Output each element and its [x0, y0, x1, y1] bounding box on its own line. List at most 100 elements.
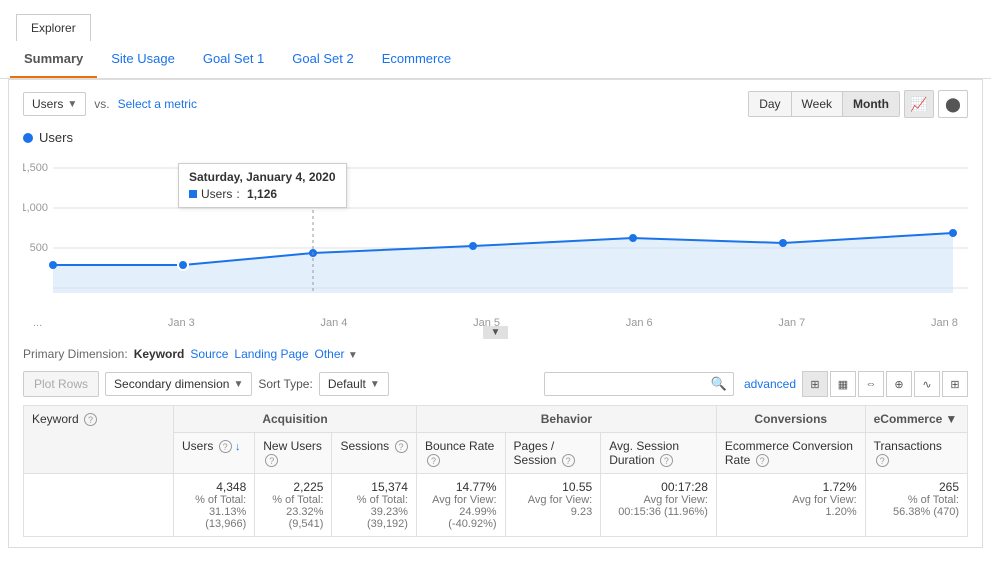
tooltip-metric: Users [201, 187, 232, 201]
tab-goal-set-1[interactable]: Goal Set 1 [189, 41, 278, 78]
tab-ecommerce[interactable]: Ecommerce [368, 41, 465, 78]
right-controls: Day Week Month 📈 ⬤ [748, 90, 968, 118]
table-controls: Plot Rows Secondary dimension ▼ Sort Typ… [23, 371, 968, 397]
transactions-help-icon[interactable]: ? [876, 454, 889, 467]
transactions-subheader: Transactions ? [865, 433, 967, 474]
totals-pages-session-cell: 10.55 Avg for View: 9.23 [505, 474, 601, 537]
ecommerce-conversion-help-icon[interactable]: ? [756, 454, 769, 467]
search-input[interactable] [551, 377, 711, 391]
pages-session-help-icon[interactable]: ? [562, 454, 575, 467]
ecommerce-select[interactable]: eCommerce ▼ [874, 412, 959, 426]
x-label-6: Jan 8 [931, 317, 958, 329]
legend-label: Users [39, 130, 73, 145]
tooltip-number: 1,126 [247, 187, 277, 201]
main-content: Users ▼ vs. Select a metric Day Week Mon… [8, 79, 983, 548]
tooltip-date: Saturday, January 4, 2020 [189, 170, 336, 184]
dimension-landing-page-link[interactable]: Landing Page [234, 347, 308, 361]
sort-arrow-icon: ▼ [370, 379, 380, 390]
tab-summary[interactable]: Summary [10, 41, 97, 78]
svg-text:500: 500 [30, 242, 48, 254]
svg-text:1,500: 1,500 [23, 162, 48, 174]
week-button[interactable]: Week [792, 92, 843, 116]
acquisition-header: Acquisition [174, 406, 417, 433]
tooltip-dot [189, 190, 197, 198]
metric-dropdown[interactable]: Users ▼ [23, 92, 86, 116]
dimension-source-link[interactable]: Source [190, 347, 228, 361]
secondary-dimension-arrow-icon: ▼ [233, 379, 243, 390]
x-label-5: Jan 7 [778, 317, 805, 329]
tab-site-usage[interactable]: Site Usage [97, 41, 189, 78]
day-button[interactable]: Day [749, 92, 791, 116]
keyword-header: Keyword ? [24, 406, 174, 474]
keyword-help-icon[interactable]: ? [84, 413, 97, 426]
ecommerce-header[interactable]: eCommerce ▼ [865, 406, 967, 433]
avg-session-subheader: Avg. Session Duration ? [601, 433, 717, 474]
explorer-tab[interactable]: Explorer [16, 14, 91, 41]
search-icon[interactable]: 🔍 [711, 376, 727, 392]
sessions-help-icon[interactable]: ? [395, 440, 408, 453]
dimension-keyword: Keyword [134, 347, 185, 361]
table-row-totals: 4,348 % of Total: 31.13% (13,966) 2,225 … [24, 474, 968, 537]
totals-transactions-cell: 265 % of Total: 56.38% (470) [865, 474, 967, 537]
nav-tabs-container: Summary Site Usage Goal Set 1 Goal Set 2… [0, 41, 991, 79]
sort-type-select[interactable]: Default ▼ [319, 372, 389, 396]
totals-new-users-cell: 2,225 % of Total: 23.32% (9,541) [255, 474, 332, 537]
secondary-dimension-label: Secondary dimension [114, 377, 229, 391]
new-users-help-icon[interactable]: ? [265, 454, 278, 467]
totals-users-cell: 4,348 % of Total: 31.13% (13,966) [174, 474, 255, 537]
additional-view-button[interactable]: ⊞ [942, 371, 968, 397]
chart-area: Users Saturday, January 4, 2020 Users: 1… [23, 130, 968, 331]
totals-bounce-rate-cell: 14.77% Avg for View: 24.99% (-40.92%) [416, 474, 505, 537]
advanced-link[interactable]: advanced [744, 377, 796, 391]
sort-default-label: Default [328, 377, 366, 391]
metric-dropdown-label: Users [32, 97, 63, 111]
totals-keyword-cell [24, 474, 174, 537]
pivot-view-button[interactable]: ⊕ [886, 371, 912, 397]
compare-view-button[interactable]: ⇔ [858, 371, 884, 397]
chart-container: Saturday, January 4, 2020 Users: 1,126 1… [23, 153, 968, 313]
x-label-0: ... [33, 317, 42, 329]
primary-dimension: Primary Dimension: Keyword Source Landin… [23, 347, 968, 361]
x-label-2: Jan 4 [321, 317, 348, 329]
pie-chart-button[interactable]: ⬤ [938, 90, 968, 118]
chart-legend: Users [23, 130, 968, 145]
table-controls-left: Plot Rows Secondary dimension ▼ Sort Typ… [23, 371, 389, 397]
line-chart-button[interactable]: 📈 [904, 90, 934, 118]
bar-view-button[interactable]: ▦ [830, 371, 856, 397]
time-button-group: Day Week Month [748, 91, 900, 117]
tab-goal-set-2[interactable]: Goal Set 2 [278, 41, 367, 78]
totals-conversion-rate-cell: 1.72% Avg for View: 1.20% [716, 474, 865, 537]
x-label-1: Jan 3 [168, 317, 195, 329]
avg-session-help-icon[interactable]: ? [660, 454, 673, 467]
conversions-header: Conversions [716, 406, 865, 433]
svg-text:1,000: 1,000 [23, 202, 48, 214]
top-controls: Users ▼ vs. Select a metric Day Week Mon… [23, 90, 968, 118]
bounce-rate-help-icon[interactable]: ? [427, 454, 440, 467]
chart-collapse-button[interactable]: ▼ [483, 326, 509, 339]
select-metric-link[interactable]: Select a metric [118, 97, 197, 111]
ecommerce-arrow-icon: ▼ [945, 412, 957, 426]
totals-sessions-cell: 15,374 % of Total: 39.23% (39,192) [332, 474, 417, 537]
users-sort-arrow[interactable]: ↓ [235, 441, 241, 453]
ecommerce-conversion-subheader: Ecommerce Conversion Rate ? [716, 433, 865, 474]
secondary-dimension-select[interactable]: Secondary dimension ▼ [105, 372, 252, 396]
table-view-icons: ⊞ ▦ ⇔ ⊕ ∿ ⊞ [802, 371, 968, 397]
sessions-subheader: Sessions ? [332, 433, 417, 474]
table-controls-right: 🔍 advanced ⊞ ▦ ⇔ ⊕ ∿ ⊞ [544, 371, 968, 397]
dropdown-arrow-icon: ▼ [67, 99, 77, 110]
dimension-other-dropdown[interactable]: Other ▼ [315, 347, 358, 361]
users-help-icon[interactable]: ? [219, 440, 232, 453]
plot-rows-button[interactable]: Plot Rows [23, 371, 99, 397]
search-box: 🔍 [544, 372, 734, 396]
x-label-4: Jan 6 [626, 317, 653, 329]
grid-view-button[interactable]: ⊞ [802, 371, 828, 397]
pages-session-subheader: Pages / Session ? [505, 433, 601, 474]
behavior-header: Behavior [416, 406, 716, 433]
sparkline-view-button[interactable]: ∿ [914, 371, 940, 397]
vs-label: vs. [94, 97, 109, 111]
legend-dot [23, 133, 33, 143]
left-controls: Users ▼ vs. Select a metric [23, 92, 197, 116]
month-button[interactable]: Month [843, 92, 899, 116]
new-users-subheader: New Users ? [255, 433, 332, 474]
primary-dimension-label: Primary Dimension: [23, 347, 128, 361]
